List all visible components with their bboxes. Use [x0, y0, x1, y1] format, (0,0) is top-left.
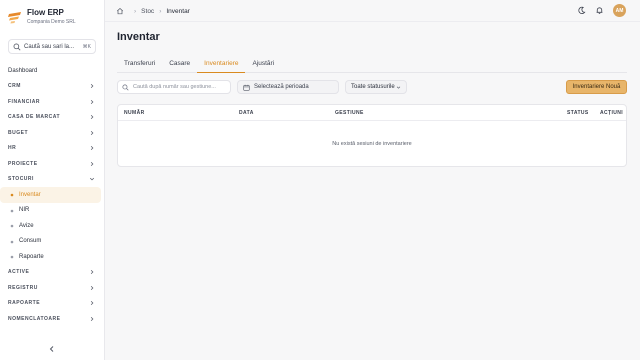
sidebar-search[interactable]: Caută sau sari la... ⌘K	[8, 39, 96, 54]
sidebar-item-label: ACTIVE	[8, 269, 30, 276]
sidebar-item-label: Avize	[19, 222, 34, 229]
chevron-right-icon	[90, 161, 94, 166]
breadcrumb: › Stoc › Inventar	[116, 7, 190, 15]
sidebar-item-crm[interactable]: CRM	[0, 79, 101, 95]
status-select-label: Toate statusurile	[351, 84, 395, 90]
page-title: Inventar	[117, 31, 160, 43]
chevron-down-icon	[89, 178, 95, 181]
sidebar-item-label: STOCURI	[8, 176, 34, 183]
chevron-right-icon	[90, 84, 94, 89]
sidebar-item-consum[interactable]: Consum	[0, 234, 101, 250]
user-avatar[interactable]: AM	[613, 4, 626, 17]
chevron-right-icon	[90, 316, 94, 321]
brand[interactable]: Flow ERP Compania Demo SRL	[8, 8, 76, 27]
sidebar-nav: Dashboard CRM FINANCIAR CASA DE MARCAT BUGET…	[0, 63, 105, 327]
column-header-date[interactable]: DATA	[239, 110, 254, 116]
date-range-picker[interactable]: Selectează perioada	[237, 80, 339, 94]
column-header-number[interactable]: NUMĂR	[124, 110, 145, 116]
sidebar-item-label: RAPOARTE	[8, 300, 41, 307]
sidebar-item-label: Inventar	[19, 191, 41, 198]
inventory-table: NUMĂR DATA GESTIUNE STATUS ACȚIUNI Nu ex…	[117, 104, 627, 167]
sidebar-item-active[interactable]: ACTIVE	[0, 265, 101, 281]
new-inventory-button[interactable]: Inventariere Nouă	[566, 80, 627, 94]
sidebar-item-label: HR	[8, 145, 17, 152]
sidebar-item-nomenclatoare[interactable]: NOMENCLATOARE	[0, 311, 101, 327]
filter-bar: Caută după număr sau gestiune... Selecte…	[117, 80, 627, 94]
logo-icon	[8, 12, 21, 24]
sidebar-item-avize[interactable]: Avize	[0, 218, 101, 234]
sidebar-item-rapoarte[interactable]: RAPOARTE	[0, 296, 101, 312]
chevron-right-icon	[90, 130, 94, 135]
breadcrumb-separator: ›	[159, 7, 162, 15]
sidebar-item-label: NIR	[19, 207, 30, 214]
sidebar-item-label: CRM	[8, 83, 21, 90]
tab-bar: Transferuri Casare Inventariere Ajustări	[117, 57, 627, 73]
dark-mode-icon[interactable]	[577, 6, 586, 15]
chevron-right-icon	[90, 99, 94, 104]
sidebar-item-proiecte[interactable]: PROIECTE	[0, 156, 101, 172]
sidebar-item-inventar[interactable]: Inventar	[0, 187, 101, 203]
submenu-bullet-icon	[10, 209, 14, 212]
sidebar-item-registru[interactable]: REGISTRU	[0, 280, 101, 296]
submenu-bullet-icon	[10, 255, 14, 259]
notifications-bell-icon[interactable]	[595, 6, 604, 15]
sidebar-item-financiar[interactable]: FINANCIAR	[0, 94, 101, 110]
home-icon[interactable]	[116, 7, 124, 15]
company-name: Compania Demo SRL	[27, 19, 76, 25]
sidebar-item-hr[interactable]: HR	[0, 141, 101, 157]
sidebar-item-rapoarte[interactable]: Rapoarte	[0, 249, 101, 265]
sidebar-item-label: Consum	[19, 238, 42, 245]
column-header-status[interactable]: STATUS	[567, 110, 589, 116]
sidebar-item-label: FINANCIAR	[8, 98, 40, 105]
tab-transferuri[interactable]: Transferuri	[117, 57, 162, 73]
collapse-sidebar-icon[interactable]	[47, 344, 57, 354]
submenu-bullet-icon	[10, 193, 14, 197]
app-name: Flow ERP	[27, 8, 64, 17]
search-icon	[122, 83, 129, 91]
breadcrumb-stoc[interactable]: Stoc	[141, 8, 154, 15]
sidebar-search-label: Caută sau sari la...	[24, 43, 75, 50]
search-input[interactable]: Caută după număr sau gestiune...	[117, 80, 231, 94]
sidebar-item-label: REGISTRU	[8, 284, 38, 291]
sidebar-item-label: PROIECTE	[8, 160, 38, 167]
tab-casare[interactable]: Casare	[162, 57, 197, 73]
sidebar-item-stocuri[interactable]: STOCURI	[0, 172, 101, 188]
breadcrumb-separator: ›	[134, 7, 137, 15]
sidebar-item-label: BUGET	[8, 129, 28, 136]
sidebar-item-casa-de-marcat[interactable]: CASA DE MARCAT	[0, 110, 101, 126]
tab-inventariere[interactable]: Inventariere	[197, 57, 246, 73]
column-header-warehouse[interactable]: GESTIUNE	[335, 110, 364, 116]
calendar-icon	[243, 84, 250, 91]
chevron-down-icon	[396, 86, 401, 89]
sidebar-item-label: NOMENCLATOARE	[8, 315, 61, 322]
date-range-label: Selectează perioada	[254, 84, 309, 90]
breadcrumb-current: Inventar	[166, 7, 190, 15]
shortcut-hint: ⌘K	[82, 43, 91, 50]
sidebar-item-nir[interactable]: NIR	[0, 203, 101, 219]
search-placeholder: Caută după număr sau gestiune...	[133, 84, 216, 90]
chevron-right-icon	[90, 115, 94, 120]
empty-state-message: Nu există sesiuni de inventariere	[332, 141, 412, 147]
sidebar-item-label: Dashboard	[8, 67, 38, 74]
column-header-actions: ACȚIUNI	[600, 110, 624, 116]
chevron-right-icon	[90, 285, 94, 290]
sidebar-item-label: Rapoarte	[19, 253, 44, 260]
sidebar: Flow ERP Compania Demo SRL Caută sau sar…	[0, 0, 105, 360]
sidebar-item-dashboard[interactable]: Dashboard	[0, 63, 101, 79]
table-header: NUMĂR DATA GESTIUNE STATUS ACȚIUNI	[118, 105, 626, 121]
sidebar-item-label: CASA DE MARCAT	[8, 114, 60, 121]
chevron-right-icon	[90, 270, 94, 275]
submenu-bullet-icon	[10, 240, 14, 243]
status-select[interactable]: Toate statusurile	[345, 80, 407, 94]
chevron-right-icon	[90, 146, 94, 151]
search-icon	[13, 43, 21, 50]
top-header: › Stoc › Inventar AM	[105, 0, 640, 22]
chevron-right-icon	[90, 301, 94, 306]
tab-ajustari[interactable]: Ajustări	[245, 57, 281, 73]
submenu-bullet-icon	[10, 224, 14, 228]
sidebar-item-buget[interactable]: BUGET	[0, 125, 101, 141]
